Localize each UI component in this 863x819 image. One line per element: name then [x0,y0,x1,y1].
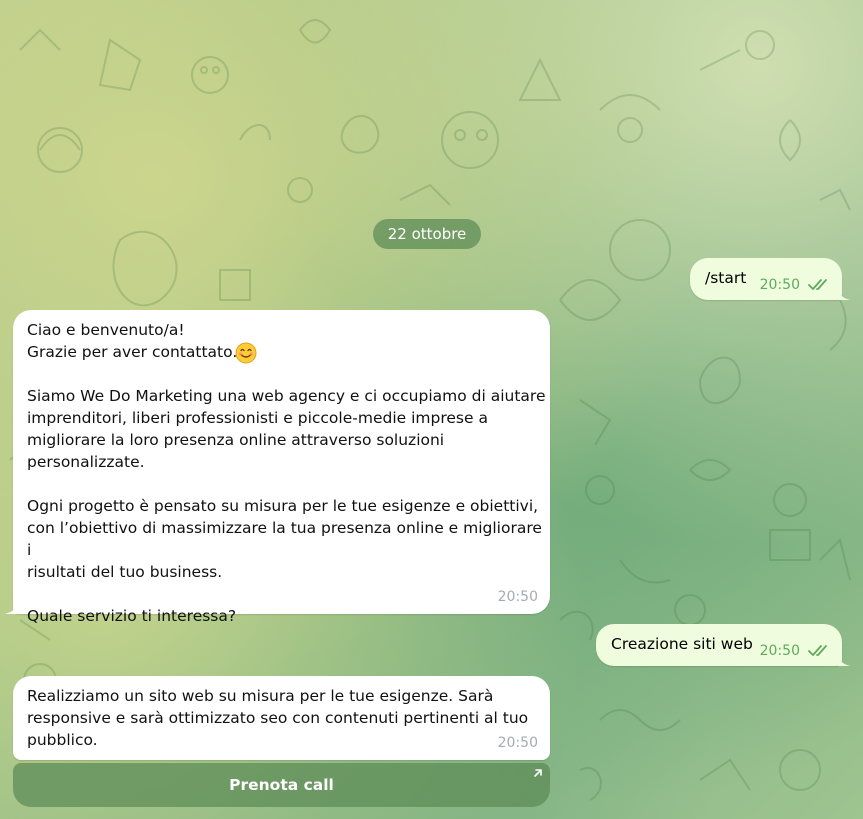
outgoing-message[interactable]: /start 20:50 [690,258,850,300]
message-time: 20:50 [759,643,800,659]
message-time: 20:50 [759,277,800,293]
incoming-message[interactable]: Ciao e benvenuto/a! Grazie per aver cont… [5,310,550,625]
message-text: Creazione siti web [611,635,753,653]
message-time: 20:50 [497,589,538,605]
double-check-icon [808,645,827,656]
button-label: Prenota call [229,776,334,794]
message-text: Realizziamo un sito web su misura per le… [27,687,529,749]
bubble-tail [5,600,17,614]
bubble-tail [838,652,850,666]
bubble-tail [838,286,850,300]
message-text: Ciao e benvenuto/a! Grazie per aver cont… [27,321,546,625]
external-link-arrow-icon [534,769,542,777]
hidden-placeholder [250,310,271,331]
outgoing-message[interactable]: Creazione siti web 20:50 [596,624,850,666]
message-time: 20:50 [497,735,538,751]
incoming-message[interactable]: Realizziamo un sito web su misura per le… [13,676,550,760]
message-text: /start [705,269,747,287]
double-check-icon [808,279,827,290]
smiling-face-emoji [235,342,257,364]
date-separator: 22 ottobre [373,219,481,249]
prenota-call-button[interactable]: Prenota call [13,763,550,807]
